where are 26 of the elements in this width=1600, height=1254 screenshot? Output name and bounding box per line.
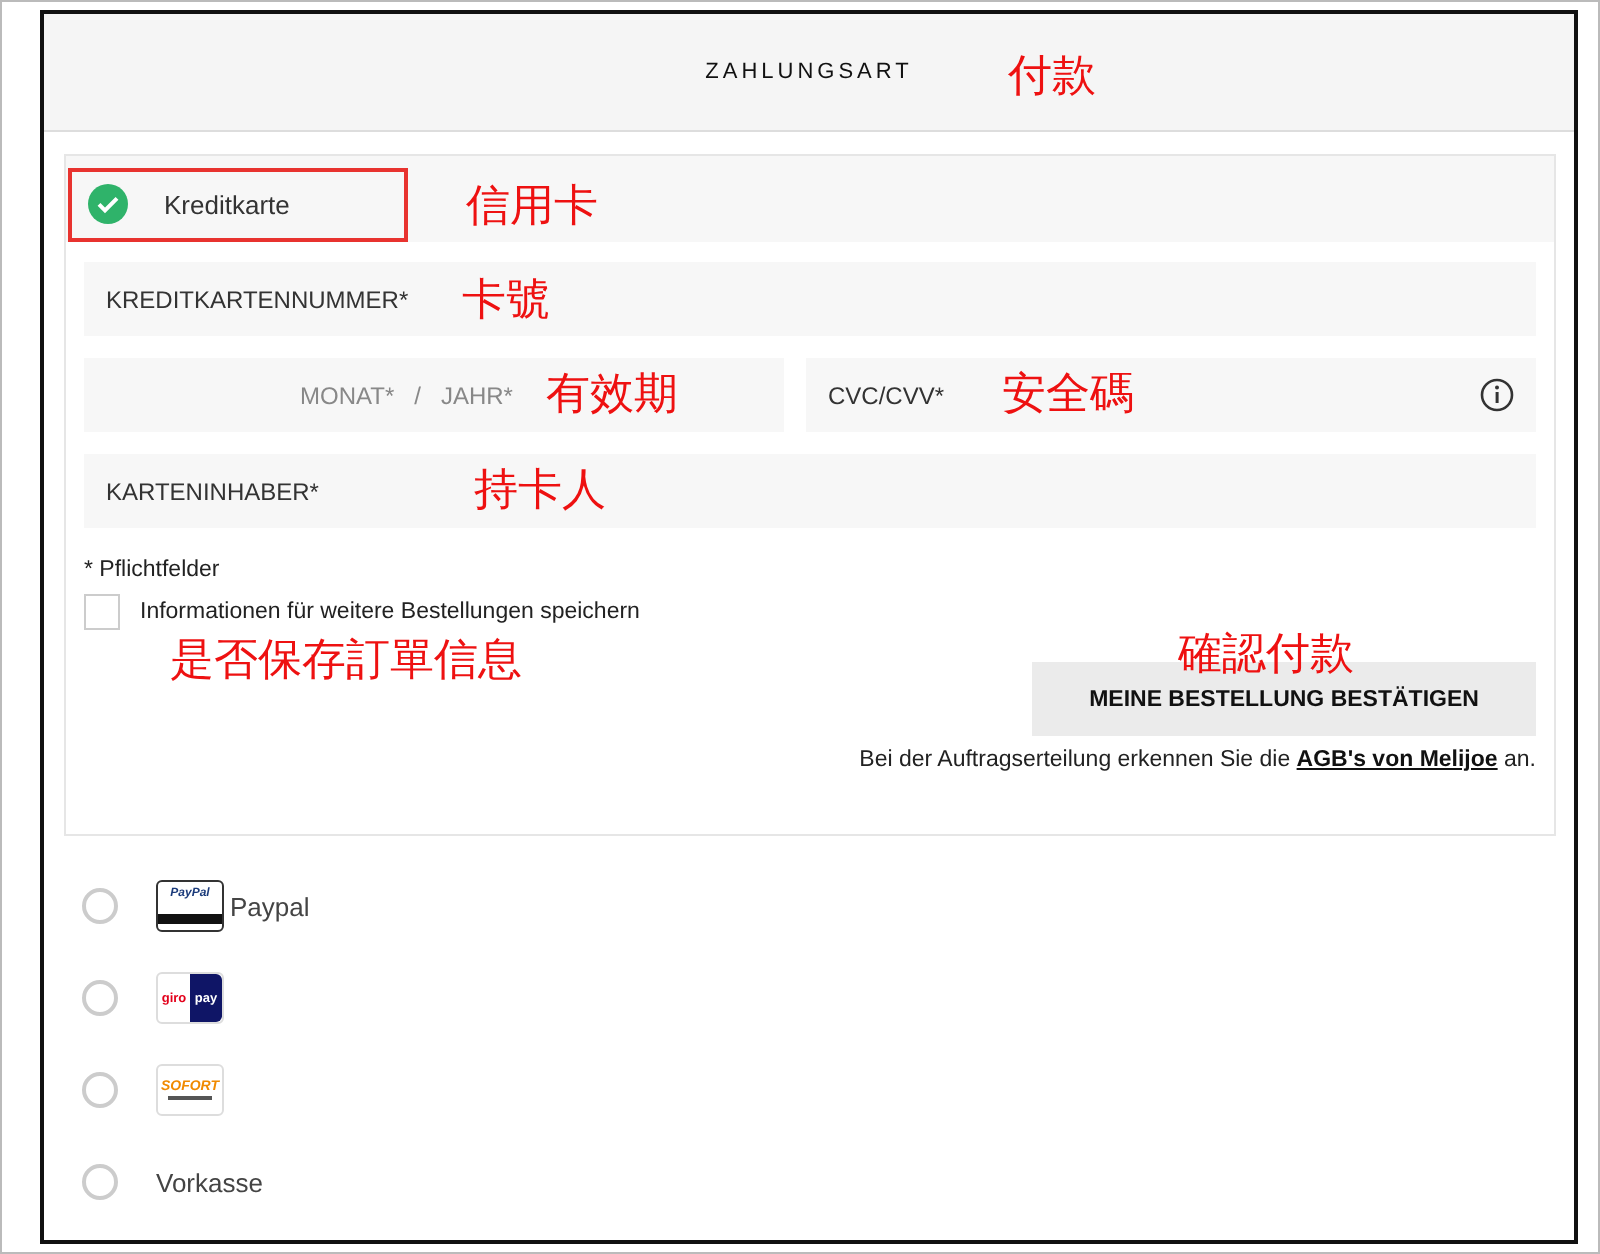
annotation-label: 是否保存訂單信息: [170, 634, 522, 690]
method-label: Paypal: [230, 891, 310, 921]
annotation-label: 付款: [1008, 50, 1096, 106]
check-circle-icon[interactable]: [88, 184, 128, 224]
required-note: * Pflichtfelder: [84, 558, 222, 582]
checkbox-label: Informationen für weitere Bestellungen speichern: [140, 600, 640, 624]
annotation-label: 有效期: [546, 368, 678, 424]
info-icon[interactable]: [1480, 378, 1514, 412]
cvc-placeholder: CVC/CVV*: [828, 381, 945, 409]
radio-button[interactable]: [82, 1072, 118, 1108]
annotation-label: 信用卡: [466, 180, 598, 236]
checkbox[interactable]: [84, 594, 120, 630]
radio-button[interactable]: [82, 980, 118, 1016]
separator: /: [414, 381, 421, 409]
method-label: Kreditkarte: [164, 189, 290, 219]
method-label: Vorkasse: [156, 1167, 263, 1197]
terms-text: Bei der Auftragserteilung erkennen Sie die AGB's von Melijoe an.: [857, 748, 1538, 772]
terms-link[interactable]: AGB's von Melijoe: [1296, 748, 1498, 772]
section-title: ZAHLUNGSART: [705, 60, 913, 84]
annotation-label: 持卡人: [474, 464, 606, 520]
radio-button[interactable]: [82, 1164, 118, 1200]
radio-button[interactable]: [82, 888, 118, 924]
annotation-label: 卡號: [462, 274, 550, 330]
annotation-label: 安全碼: [1002, 368, 1134, 424]
month-placeholder: MONAT*: [300, 381, 395, 409]
year-placeholder: JAHR*: [440, 381, 513, 409]
